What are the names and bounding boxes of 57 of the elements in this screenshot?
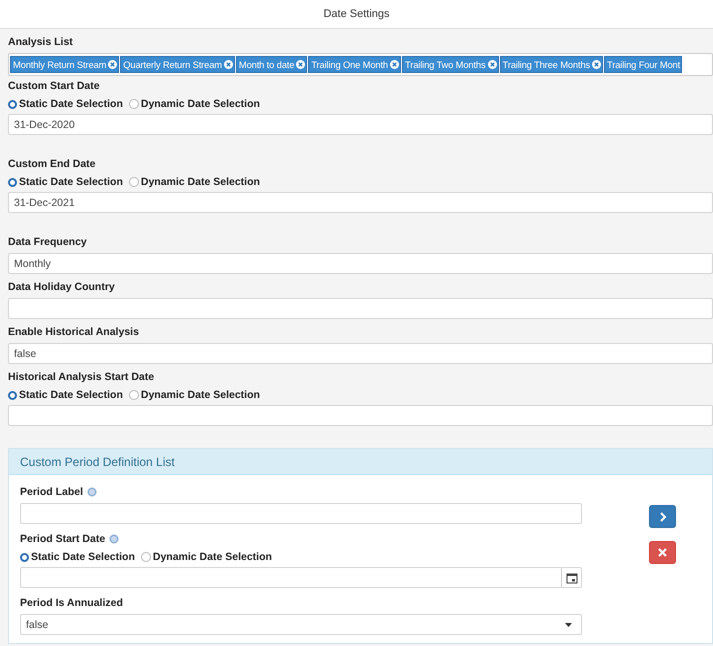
tag: Trailing Three Months <box>500 56 604 73</box>
field-label: Custom Start Date <box>8 80 100 92</box>
radio-button[interactable] <box>128 99 139 109</box>
tag: Trailing Four Mont <box>604 56 682 73</box>
remove-icon[interactable] <box>108 60 118 69</box>
radio-label[interactable]: Dynamic Date Selection <box>152 551 272 563</box>
text-field[interactable] <box>20 503 582 524</box>
field-label: Period Start Date <box>20 533 106 545</box>
select-field[interactable]: false <box>20 614 582 635</box>
calendar-icon[interactable] <box>566 572 578 584</box>
text-field[interactable] <box>8 298 713 319</box>
radio-button[interactable] <box>20 552 29 562</box>
chevron-right-icon <box>658 512 666 522</box>
radio-button[interactable] <box>8 178 17 186</box>
next-button[interactable] <box>649 505 676 528</box>
text-field[interactable]: Monthly <box>8 253 713 274</box>
tag: Month to date <box>236 56 308 73</box>
radio-button[interactable] <box>128 390 139 400</box>
tag: Trailing Two Months <box>402 56 499 73</box>
date-field[interactable]: 31-Dec-2020 <box>8 114 713 135</box>
remove-icon[interactable] <box>224 60 233 69</box>
field-label: Data Frequency <box>8 236 87 248</box>
field-label: Period Is Annualized <box>20 597 123 609</box>
field-label: Period Label <box>20 486 84 498</box>
remove-icon[interactable] <box>488 60 497 69</box>
close-icon <box>658 548 667 557</box>
radio-button[interactable] <box>8 100 17 108</box>
radio-button[interactable] <box>8 390 17 400</box>
tag: Monthly Return Stream <box>10 56 120 73</box>
radio-label[interactable]: Static Date Selection <box>19 389 123 401</box>
delete-button[interactable] <box>649 541 676 564</box>
field-label: Custom End Date <box>8 158 96 170</box>
tag: Quarterly Return Stream <box>120 56 235 73</box>
radio-button[interactable] <box>128 177 139 187</box>
caret-icon <box>565 622 572 626</box>
radio-label[interactable]: Static Date Selection <box>19 176 123 188</box>
field-label: Historical Analysis Start Date <box>8 371 154 383</box>
radio-button[interactable] <box>140 552 151 562</box>
remove-icon[interactable] <box>296 60 306 69</box>
date-field[interactable] <box>20 567 582 588</box>
radio-label[interactable]: Static Date Selection <box>31 551 135 563</box>
tag: Trailing One Month <box>308 56 401 73</box>
window-title: Date Settings <box>323 8 390 20</box>
text-field[interactable]: false <box>8 343 713 364</box>
panel-title: Custom Period Definition List <box>20 454 175 468</box>
date-field[interactable]: 31-Dec-2021 <box>8 192 713 213</box>
radio-label[interactable]: Dynamic Date Selection <box>140 98 260 110</box>
tag-input[interactable]: Monthly Return Stream Quarterly Return Stream Month to date Trailing One Month Trailing Two Months Trailing Three Months Trailing Four Mont <box>8 53 713 76</box>
remove-icon[interactable] <box>390 60 399 69</box>
radio-label[interactable]: Static Date Selection <box>19 98 123 110</box>
field-label: Analysis List <box>8 36 73 48</box>
remove-icon[interactable] <box>592 60 602 69</box>
radio-label[interactable]: Dynamic Date Selection <box>140 176 260 188</box>
field-label: Data Holiday Country <box>8 281 115 293</box>
radio-label[interactable]: Dynamic Date Selection <box>140 389 260 401</box>
date-field[interactable] <box>8 405 713 426</box>
field-label: Enable Historical Analysis <box>8 326 139 338</box>
